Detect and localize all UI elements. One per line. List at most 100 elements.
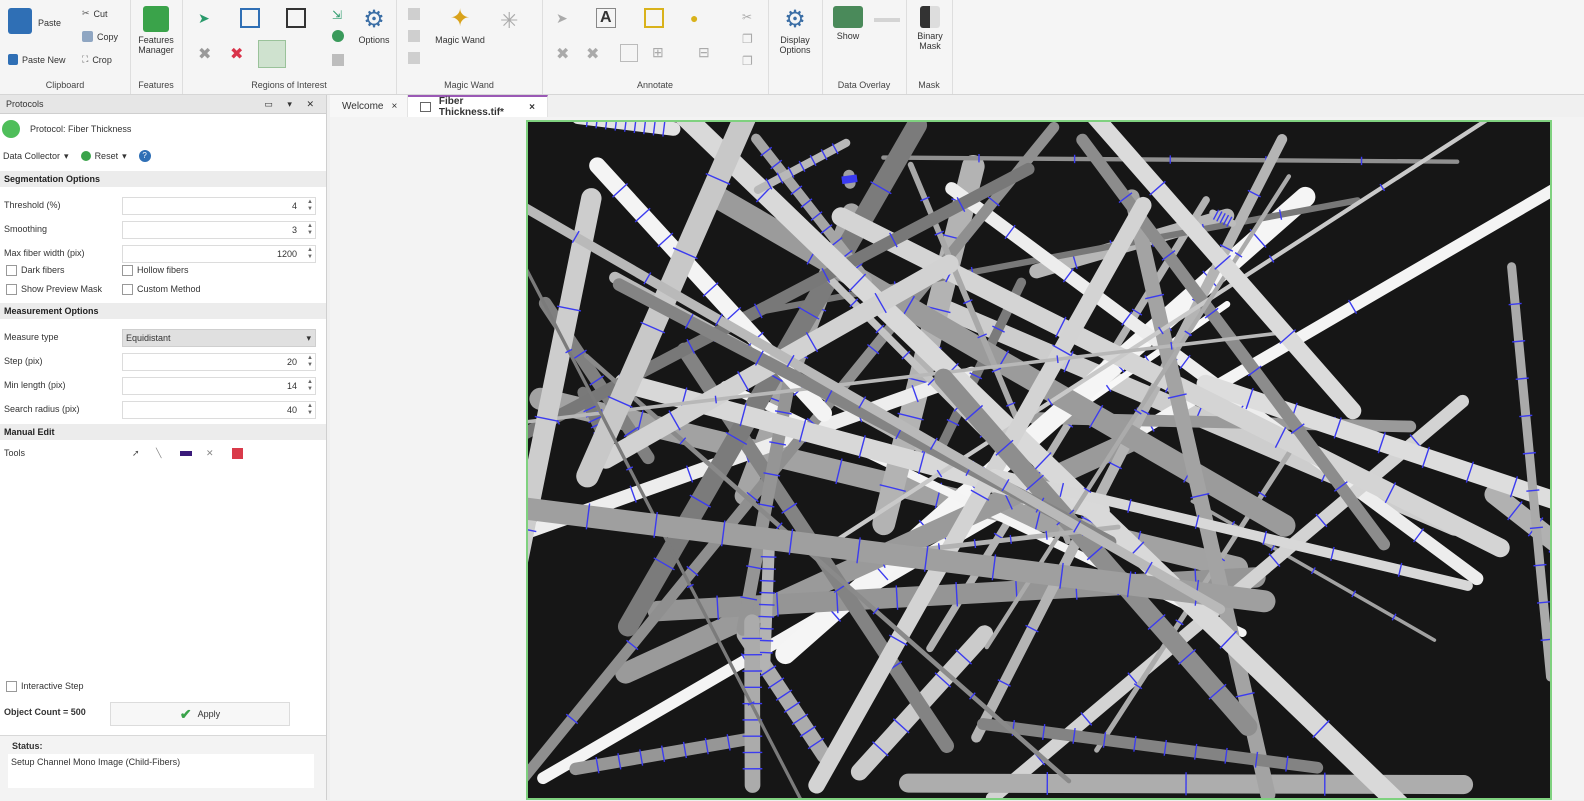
wand-subtract-icon[interactable]: [408, 30, 420, 42]
annotate-ungroup-icon[interactable]: ⊟: [698, 44, 710, 61]
stepper-icon[interactable]: ▲▼: [307, 403, 313, 417]
rectangle-annotation-icon[interactable]: [644, 8, 664, 28]
select-tool-icon[interactable]: ⇲: [332, 8, 342, 22]
annotate-paste-icon[interactable]: ❐: [742, 54, 753, 68]
step-input[interactable]: 20▲▼: [122, 353, 316, 371]
crop-button[interactable]: ⛶Crop: [82, 54, 112, 65]
gear-icon: ⚙: [361, 6, 387, 32]
reset-icon: [81, 151, 91, 161]
help-icon[interactable]: ?: [139, 150, 151, 162]
annotate-group: ➤ A ● ✂ ✖ ✖ ⊞ ⊟ ❐ ❐ Annotate: [542, 0, 769, 94]
thickness-measurement-line: [715, 396, 716, 404]
close-icon[interactable]: ×: [392, 101, 398, 112]
edit-erase-icon[interactable]: [232, 448, 243, 459]
thickness-measurement-line: [760, 581, 776, 582]
annotate-group-icon[interactable]: ⊞: [652, 44, 664, 61]
annotate-clear-icon[interactable]: ✖: [586, 44, 599, 64]
thickness-measurement-line: [1010, 535, 1011, 544]
binary-mask-button[interactable]: Binary Mask: [910, 6, 950, 51]
delete-roi-icon[interactable]: ✖: [198, 44, 211, 64]
annotate-frame-icon[interactable]: [620, 44, 638, 62]
features-group: Features Manager Features: [130, 0, 183, 94]
rectangle-roi-icon[interactable]: [240, 8, 260, 28]
protocol-row: Protocol: Fiber Thickness: [0, 119, 328, 139]
measure-type-label: Measure type: [4, 332, 59, 342]
show-overlay-icon: [833, 6, 863, 28]
polygon-roi-icon[interactable]: [286, 8, 306, 28]
annotate-copy-icon[interactable]: ❐: [742, 32, 753, 46]
panel-title: Protocols: [6, 99, 44, 109]
wand-add-icon[interactable]: [408, 8, 420, 20]
thickness-measurement-line: [759, 604, 775, 605]
fiber: [1512, 267, 1550, 677]
threshold-input[interactable]: 4▲▼: [122, 197, 316, 215]
stepper-icon[interactable]: ▲▼: [307, 379, 313, 393]
magic-wand-button[interactable]: ✦ Magic Wand: [430, 6, 490, 45]
measurement-options-header[interactable]: Measurement Options: [0, 303, 326, 319]
annotate-cut-icon[interactable]: ✂: [742, 10, 752, 24]
thickness-measurement-line: [1057, 355, 1058, 363]
data-overlay-group: Show Data Overlay: [822, 0, 907, 94]
fill-icon[interactable]: [332, 30, 344, 42]
display-options-button[interactable]: ⚙ Display Options: [774, 6, 816, 55]
regions-group-label: Regions of Interest: [182, 80, 396, 90]
paste-icon: [8, 8, 32, 34]
copy-button[interactable]: Copy: [82, 31, 118, 42]
measure-type-select[interactable]: Equidistant▾: [122, 329, 316, 347]
document-tabs: Welcome× Fiber Thickness.tif*×: [330, 95, 548, 117]
manual-edit-header[interactable]: Manual Edit: [0, 424, 326, 440]
stepper-icon[interactable]: ▲▼: [307, 247, 313, 261]
close-icon[interactable]: ×: [529, 102, 535, 113]
thickness-measurement-line: [761, 557, 777, 558]
stepper-icon[interactable]: ▲▼: [307, 223, 313, 237]
edit-line-icon[interactable]: ╲: [156, 448, 161, 459]
ribbon-toolbar: Paste Paste New ✂Cut Copy ⛶Crop Clipboar…: [0, 0, 1584, 95]
magic-roi-icon[interactable]: [258, 40, 286, 68]
paste-button[interactable]: Paste: [8, 8, 61, 37]
status-label: Status:: [12, 741, 43, 751]
overlay-settings-icon[interactable]: [874, 18, 900, 22]
data-collector-dropdown[interactable]: Data Collector: [3, 151, 60, 161]
wand-grow-icon[interactable]: [408, 52, 420, 64]
hollow-fibers-checkbox[interactable]: Hollow fibers: [122, 265, 302, 276]
stepper-icon[interactable]: ▲▼: [307, 355, 313, 369]
grid-icon[interactable]: [332, 54, 344, 66]
segmentation-options-header[interactable]: Segmentation Options: [0, 171, 326, 187]
max-fiber-width-input[interactable]: 1200▲▼: [122, 245, 316, 263]
clipboard-group-label: Clipboard: [0, 80, 130, 90]
apply-button[interactable]: ✔ Apply: [110, 702, 290, 726]
marker-annotation-icon[interactable]: ●: [690, 10, 698, 26]
thickness-measurement-line: [974, 539, 975, 548]
magic-wand-icon: ✦: [447, 6, 473, 32]
fiber-image-canvas[interactable]: [526, 120, 1552, 800]
features-manager-button[interactable]: Features Manager: [136, 6, 176, 55]
custom-method-checkbox[interactable]: Custom Method: [122, 284, 302, 295]
annotate-delete-icon[interactable]: ✖: [556, 44, 569, 64]
pointer-icon[interactable]: ➤: [198, 10, 210, 27]
remove-roi-icon[interactable]: ✖: [230, 44, 243, 64]
smoothing-input[interactable]: 3▲▼: [122, 221, 316, 239]
status-area: Status: Setup Channel Mono Image (Child-…: [0, 735, 326, 801]
step-label: Step (pix): [4, 356, 43, 366]
edit-measure-icon[interactable]: [180, 451, 192, 456]
text-annotation-icon[interactable]: A: [596, 8, 616, 28]
max-fiber-width-label: Max fiber width (pix): [4, 248, 85, 258]
protocol-status-icon: [2, 120, 20, 138]
paste-new-button[interactable]: Paste New: [8, 54, 66, 65]
show-overlay-button[interactable]: Show: [828, 6, 868, 41]
edit-delete-icon[interactable]: ✕: [206, 448, 214, 459]
search-radius-input[interactable]: 40▲▼: [122, 401, 316, 419]
reset-button[interactable]: Reset: [95, 151, 119, 161]
roi-options-button[interactable]: ⚙ Options: [354, 6, 394, 45]
edit-pointer-icon[interactable]: ➚: [132, 448, 140, 459]
wand-settings-icon[interactable]: ✳: [500, 8, 518, 34]
cut-button[interactable]: ✂Cut: [82, 8, 108, 19]
annotate-pointer-icon[interactable]: ➤: [556, 10, 568, 27]
tab-welcome[interactable]: Welcome×: [330, 95, 408, 117]
min-length-input[interactable]: 14▲▼: [122, 377, 316, 395]
tab-fiber-thickness[interactable]: Fiber Thickness.tif*×: [408, 95, 548, 117]
regions-group: ➤ ⇲ ✖ ✖ ⚙ Options Regions of Interest: [182, 0, 397, 94]
panel-window-controls[interactable]: ▭ ▾ ✕: [264, 99, 320, 110]
stepper-icon[interactable]: ▲▼: [307, 199, 313, 213]
thickness-measurement-line: [758, 628, 774, 629]
